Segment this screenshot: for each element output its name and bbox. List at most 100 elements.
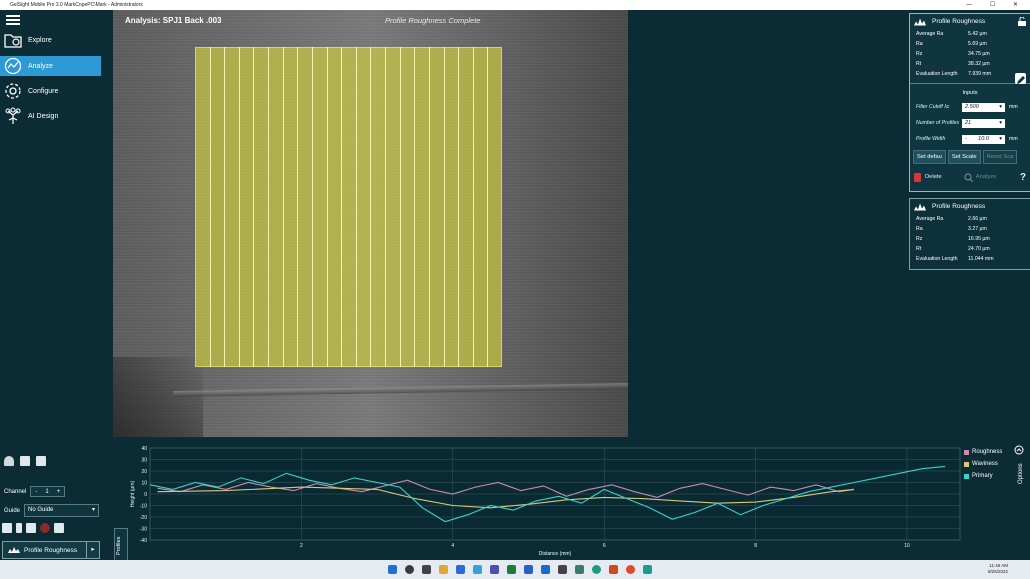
- metric-row: Rt 38.32 µm: [910, 59, 1030, 69]
- legend-item[interactable]: Roughness: [964, 446, 1002, 458]
- zoom-icon[interactable]: [2, 523, 12, 533]
- legend-swatch: [964, 449, 969, 455]
- legend-item[interactable]: Waviness: [964, 458, 1002, 470]
- gear-icon: [2, 81, 24, 101]
- outlook-icon[interactable]: [541, 565, 550, 574]
- inputs-title: Inputs: [962, 90, 978, 96]
- cancel-icon[interactable]: [40, 523, 50, 533]
- profile-roughness-button[interactable]: Profile Roughness ▸: [2, 541, 100, 559]
- start-icon[interactable]: [388, 565, 397, 574]
- legend-label: Primary: [972, 473, 993, 479]
- file-explorer-icon[interactable]: [439, 565, 448, 574]
- profile-button-label: Profile Roughness: [24, 546, 78, 554]
- profile-line: [487, 47, 489, 367]
- nav-analyze[interactable]: Analyze: [0, 56, 101, 76]
- metric-value: 5.42 µm: [968, 31, 987, 37]
- reset-scale-button[interactable]: Reset Sca: [982, 150, 1018, 164]
- increment-icon[interactable]: ▾: [999, 135, 1002, 144]
- image-ridge: [172, 383, 628, 397]
- panel-title: Profile Roughness: [932, 203, 986, 210]
- profile-width-value: 10.0: [978, 135, 989, 142]
- teams-icon[interactable]: [490, 565, 499, 574]
- profile-roughness-panel-2[interactable]: Profile Roughness Average Ra 2.66 µm Ra 3.2…: [909, 198, 1030, 270]
- profile-icon: [8, 547, 20, 553]
- save-icon[interactable]: [54, 523, 64, 533]
- profile-icon: [914, 18, 926, 25]
- legend-label: Waviness: [972, 461, 998, 467]
- window-controls[interactable]: — ☐ ✕: [966, 0, 1026, 10]
- app-icon[interactable]: [558, 565, 567, 574]
- metric-value: 34.75 µm: [968, 51, 990, 57]
- roi-region[interactable]: [195, 47, 502, 367]
- metric-row: Rz 16.95 µm: [910, 234, 1030, 244]
- profile-line: [268, 47, 270, 367]
- profile-line: [385, 47, 387, 367]
- filter-cutoff-select[interactable]: 2.500 ▾: [962, 102, 1005, 112]
- metric-row: Average Ra 2.66 µm: [910, 214, 1030, 224]
- legend-swatch: [964, 461, 969, 467]
- expand-icon[interactable]: [1014, 445, 1024, 455]
- ai-tree-icon: [2, 106, 24, 126]
- play-icon[interactable]: ▸: [86, 542, 99, 558]
- app-icon[interactable]: [592, 565, 601, 574]
- guide-label: Guide: [4, 507, 21, 514]
- gelsight-icon[interactable]: [643, 565, 652, 574]
- y-tick-label: 30: [141, 458, 147, 464]
- guide-select[interactable]: No Guide ▾: [24, 504, 100, 517]
- y-axis-label: Height (µm): [130, 481, 136, 508]
- analyze-button[interactable]: Analyze: [976, 174, 997, 180]
- set-default-button[interactable]: Set defau: [913, 150, 946, 164]
- edit-icon[interactable]: [1015, 73, 1026, 84]
- terrain-icon[interactable]: [4, 456, 14, 466]
- search-icon[interactable]: [405, 565, 414, 574]
- profile-line: [443, 47, 445, 367]
- legend-label: Roughness: [972, 449, 1003, 455]
- image-shadow: [113, 357, 203, 437]
- profile-width-label: Profile Width: [916, 136, 946, 142]
- profile-line: [238, 47, 240, 367]
- app-icon[interactable]: [626, 565, 635, 574]
- number-profiles-select[interactable]: 21 ▾: [962, 118, 1005, 128]
- image-icon[interactable]: [20, 456, 30, 466]
- profile-chart[interactable]: -40 -30 -20 -10 0 10 20 30 40 2 4 6 8 10 Distance (mm)…: [126, 440, 1030, 560]
- nav-configure[interactable]: Configure: [0, 81, 101, 101]
- add-icon[interactable]: [26, 523, 36, 533]
- powerpoint-icon[interactable]: [609, 565, 618, 574]
- decrement-icon[interactable]: -: [965, 135, 967, 144]
- profile-roughness-panel: Profile Roughness Average Ra 5.42 µm Ra 5.6…: [909, 13, 1030, 192]
- delete-button[interactable]: Delete: [925, 174, 942, 180]
- crop-icon[interactable]: [16, 523, 22, 533]
- word-icon[interactable]: [524, 565, 533, 574]
- profile-width-stepper[interactable]: - 10.0 ▾: [962, 134, 1005, 144]
- help-icon[interactable]: ?: [1020, 172, 1026, 183]
- y-tick-label: -20: [140, 515, 147, 521]
- decrement-icon[interactable]: -: [31, 489, 41, 495]
- app-icon[interactable]: [456, 565, 465, 574]
- save-image-icon[interactable]: [36, 456, 46, 466]
- channel-value: 1: [45, 488, 49, 495]
- nav-explore[interactable]: Explore: [0, 30, 101, 50]
- metric-row: Rt 24.70 µm: [910, 244, 1030, 254]
- metrics-list: Average Ra 5.42 µm Ra 5.69 µm Rz 34.75 µm Rt 38…: [910, 29, 1030, 79]
- increment-icon[interactable]: +: [53, 489, 65, 495]
- profile-line: [399, 47, 401, 367]
- surface-image-viewer[interactable]: Analysis: SPJ1 Back .003 Profile Roughne…: [113, 10, 628, 437]
- scale-buttons: Set defau Set Scale Reset Sca: [910, 150, 1030, 164]
- profile-width-row: Profile Width - 10.0 ▾ mm: [910, 132, 1030, 146]
- legend-item[interactable]: Primary: [964, 470, 1002, 482]
- excel-icon[interactable]: [507, 565, 516, 574]
- analysis-status: Profile Roughness Complete: [385, 16, 481, 25]
- app-icon[interactable]: [473, 565, 482, 574]
- hamburger-menu-icon[interactable]: [6, 13, 20, 25]
- nav-ai-design[interactable]: AI Design: [0, 106, 101, 126]
- app-icon[interactable]: [575, 565, 584, 574]
- options-tab[interactable]: Options: [1014, 442, 1028, 502]
- x-tick-label: 8: [754, 543, 757, 549]
- clock[interactable]: 11:46 AM 8/25/2022: [988, 563, 1008, 575]
- taskbar: 11:46 AM 8/25/2022: [0, 560, 1030, 579]
- x-tick-label: 6: [603, 543, 606, 549]
- set-scale-button[interactable]: Set Scale: [947, 150, 981, 164]
- task-view-icon[interactable]: [422, 565, 431, 574]
- unlock-icon[interactable]: [1018, 17, 1026, 26]
- channel-stepper[interactable]: - 1 +: [30, 486, 66, 497]
